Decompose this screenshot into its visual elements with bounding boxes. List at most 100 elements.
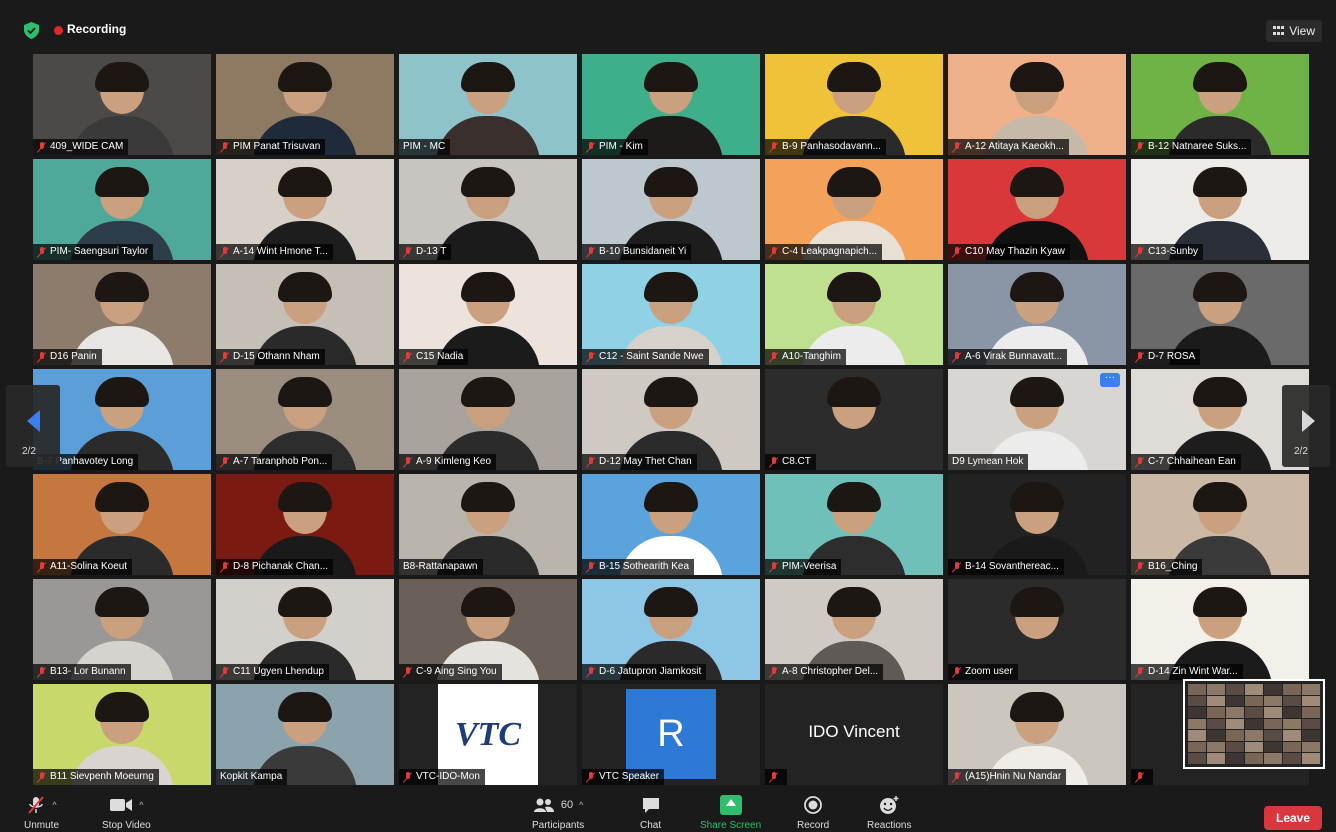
participant-tile[interactable]: A11-Solina Koeut <box>33 474 211 575</box>
participant-tile[interactable]: R VTC Speaker <box>582 684 760 785</box>
participant-name-tag: PIM - MC <box>399 139 451 155</box>
reactions-label: Reactions <box>867 820 912 831</box>
participant-name-tag: A-7 Taranphob Pon... <box>216 454 333 470</box>
participant-tile[interactable]: 409_WIDE CAM <box>33 54 211 155</box>
participant-tile[interactable]: VTC VTC-IDO-Mon <box>399 684 577 785</box>
participant-tile[interactable]: B-10 Bunsidaneit Yi <box>582 159 760 260</box>
recording-label[interactable]: Recording <box>67 22 126 36</box>
unmute-options-caret-icon[interactable]: ^ <box>52 800 56 810</box>
participant-tile[interactable]: C12 - Saint Sande Nwe <box>582 264 760 365</box>
muted-mic-icon <box>952 351 962 363</box>
participant-tile[interactable]: A-7 Taranphob Pon... <box>216 369 394 470</box>
participant-name-tag: B8-Rattanapawn <box>399 559 483 575</box>
participant-tile[interactable]: B11 Sievpenh Moeurng <box>33 684 211 785</box>
reactions-button[interactable]: Reactions <box>867 794 911 831</box>
reactions-smiley-icon <box>880 796 899 814</box>
chat-bubble-icon <box>642 798 659 813</box>
muted-mic-icon <box>769 771 779 783</box>
self-view-cell <box>1283 730 1301 741</box>
leave-button[interactable]: Leave <box>1264 806 1322 830</box>
muted-mic-icon <box>403 666 413 678</box>
participant-tile[interactable]: B-9 Panhasodavann... <box>765 54 943 155</box>
participant-tile[interactable]: Kopkit Kampa <box>216 684 394 785</box>
view-button[interactable]: View <box>1266 20 1322 42</box>
participants-button[interactable]: 60 ^ Participants <box>532 794 584 831</box>
unmute-button[interactable]: ^ Unmute <box>24 794 59 831</box>
previous-page-button[interactable]: 2/2 <box>6 385 60 467</box>
more-options-icon[interactable]: ··· <box>1100 373 1120 387</box>
stop-video-button[interactable]: ^ Stop Video <box>102 794 151 831</box>
participant-name-tag: A10-Tanghim <box>765 349 846 365</box>
participant-tile[interactable]: B-14 Sovanthereac... <box>948 474 1126 575</box>
participant-tile[interactable]: PIM- Saengsuri Taylor <box>33 159 211 260</box>
participant-name-tag: PIM - Kim <box>582 139 648 155</box>
participant-tile[interactable]: D-13 T <box>399 159 577 260</box>
muted-mic-icon <box>952 141 962 153</box>
participant-tile[interactable]: (A15)Hnin Nu Nandar <box>948 684 1126 785</box>
participant-tile[interactable]: PIM Panat Trisuvan <box>216 54 394 155</box>
self-view-thumbnail[interactable] <box>1183 679 1325 769</box>
participant-tile[interactable]: B-12 Natnaree Suks... <box>1131 54 1309 155</box>
participant-tile[interactable]: B16_Ching <box>1131 474 1309 575</box>
participant-tile[interactable]: C-9 Aing Sing You <box>399 579 577 680</box>
record-button[interactable]: Record <box>797 794 829 831</box>
participant-tile[interactable]: ··· D9 Lymean Hok <box>948 369 1126 470</box>
participant-name: (A15)Hnin Nu Nandar <box>965 771 1062 782</box>
participant-tile[interactable]: A-14 Wint Hmone T... <box>216 159 394 260</box>
participant-tile[interactable]: D16 Panin <box>33 264 211 365</box>
participant-tile[interactable]: PIM-Veerisa <box>765 474 943 575</box>
participant-tile[interactable]: B13- Lor Bunann <box>33 579 211 680</box>
participant-tile[interactable]: PIM - MC <box>399 54 577 155</box>
self-view-cell <box>1226 684 1244 695</box>
participant-name: B11 Sievpenh Moeurng <box>50 771 154 782</box>
participant-tile[interactable]: PIM - Kim <box>582 54 760 155</box>
participant-tile[interactable]: C8.CT <box>765 369 943 470</box>
participant-tile[interactable]: Zoom user <box>948 579 1126 680</box>
participant-tile[interactable]: A-8 Christopher Del... <box>765 579 943 680</box>
participant-tile[interactable]: A-6 Virak Bunnavatt... <box>948 264 1126 365</box>
share-screen-button[interactable]: Share Screen <box>700 794 761 831</box>
participant-tile[interactable]: C13-Sunby <box>1131 159 1309 260</box>
participant-name-tag: D-15 Othann Nham <box>216 349 325 365</box>
participant-tile[interactable]: C11 Ugyen Lhendup <box>216 579 394 680</box>
muted-mic-icon <box>1135 666 1145 678</box>
participant-tile[interactable]: IDO Vincent <box>765 684 943 785</box>
security-shield-icon[interactable] <box>24 22 39 39</box>
chat-button[interactable]: Chat <box>640 794 661 831</box>
participant-name: B-15 Sothearith Kea <box>599 561 690 572</box>
participant-tile[interactable]: D-15 Othann Nham <box>216 264 394 365</box>
participant-tile[interactable]: B8-Rattanapawn <box>399 474 577 575</box>
participant-tile[interactable]: D-7 ROSA <box>1131 264 1309 365</box>
self-view-cell <box>1207 741 1225 753</box>
muted-mic-icon <box>769 141 779 153</box>
participants-caret-icon[interactable]: ^ <box>579 800 583 810</box>
muted-mic-icon <box>586 246 596 258</box>
participant-tile[interactable]: D-8 Pichanak Chan... <box>216 474 394 575</box>
participant-name: D-6 Jatupron Jiamkosit <box>599 666 702 677</box>
participant-tile[interactable]: A-12 Atitaya Kaeokh... <box>948 54 1126 155</box>
participant-tile[interactable]: B-15 Sothearith Kea <box>582 474 760 575</box>
participant-tile[interactable]: D-6 Jatupron Jiamkosit <box>582 579 760 680</box>
participant-count: 60 <box>560 799 574 811</box>
participant-tile[interactable]: C15 Nadia <box>399 264 577 365</box>
self-view-cell <box>1302 718 1320 730</box>
muted-mic-icon <box>952 771 962 783</box>
self-view-cell <box>1283 718 1301 730</box>
video-options-caret-icon[interactable]: ^ <box>139 800 143 810</box>
participant-name: C11 Ugyen Lhendup <box>233 666 324 677</box>
participant-name-tag: D-12 May Thet Chan <box>582 454 697 470</box>
participant-tile[interactable]: C-4 Leakpagnapich... <box>765 159 943 260</box>
muted-mic-icon <box>220 561 230 573</box>
participant-tile[interactable]: C10 May Thazin Kyaw <box>948 159 1126 260</box>
muted-mic-icon <box>1135 561 1145 573</box>
participant-name: C10 May Thazin Kyaw <box>965 246 1065 257</box>
participant-tile[interactable]: D-14 Zin Wint War... <box>1131 579 1309 680</box>
view-label: View <box>1289 24 1315 38</box>
next-page-button[interactable]: 2/2 <box>1282 385 1330 467</box>
page-indicator-right: 2/2 <box>1294 446 1308 457</box>
self-view-cell <box>1188 730 1206 741</box>
participant-tile[interactable]: D-12 May Thet Chan <box>582 369 760 470</box>
participant-name-tag: C-4 Leakpagnapich... <box>765 244 883 260</box>
participant-tile[interactable]: A-9 Kimleng Keo <box>399 369 577 470</box>
participant-tile[interactable]: A10-Tanghim <box>765 264 943 365</box>
